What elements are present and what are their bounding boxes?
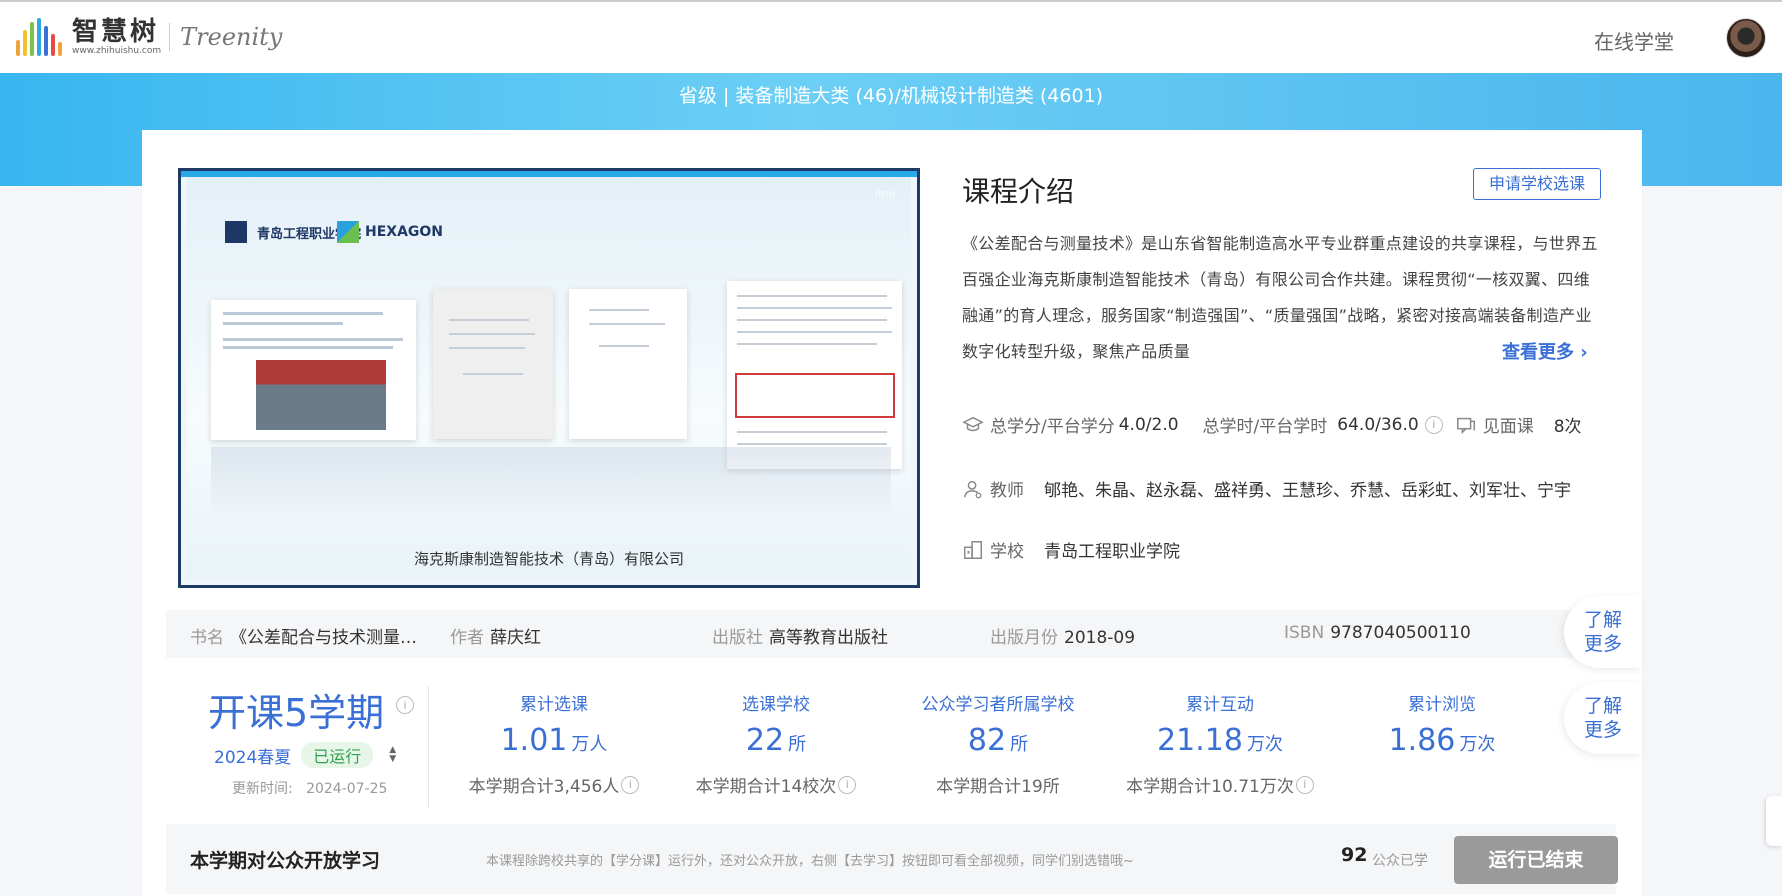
logo-bars-icon (16, 18, 62, 56)
book-publish-date: 出版月份 2018-09 (990, 628, 1136, 648)
course-credits-row: 总学分/平台学分 4.0/2.0 总学时/平台学时 64.0/36.0 i 见面… (962, 412, 1582, 437)
top-navbar: 智慧树 www.zhihuishu.com Treenity 在线学堂 (0, 0, 1782, 73)
logo-url: www.zhihuishu.com (72, 46, 162, 56)
video-frame: 青岛工程职业学院 HEXAGON ilmi 海克斯康制造智能技术（青岛）有限公司 (187, 177, 911, 579)
side-float-tab[interactable] (1766, 796, 1782, 846)
run-ended-button[interactable]: 运行已结束 (1454, 836, 1618, 884)
video-reflection (211, 447, 891, 517)
stat-public-learner-schools: 公众学习者所属学校 82 所 本学期合计19所 (921, 695, 1075, 797)
stat-interactions: 累计互动 21.18 万次 本学期合计10.71万次 i (1110, 690, 1330, 797)
group-photo-image (256, 360, 386, 430)
hours-label: 总学时/平台学时 (1202, 417, 1328, 437)
update-time: 更新时间: 2024-07-25 (232, 781, 388, 797)
highlight-box (735, 373, 895, 418)
logo-name: 智慧树 (72, 17, 160, 47)
credits-label: 总学分/平台学分 (990, 417, 1115, 437)
term-info-icon[interactable]: i (396, 696, 414, 714)
teacher-names: 郇艳、朱晶、赵永磊、盛祥勇、王慧珍、乔慧、岳彩虹、刘军壮、宁宇 (1044, 481, 1571, 501)
current-term: 2024春夏 (214, 747, 292, 768)
site-logo[interactable]: 智慧树 www.zhihuishu.com Treenity (16, 18, 282, 56)
course-video-player[interactable]: 青岛工程职业学院 HEXAGON ilmi 海克斯康制造智能技术（青岛）有限公司 (178, 168, 920, 588)
info-icon[interactable]: i (1424, 415, 1443, 434)
info-icon[interactable]: i (1295, 775, 1314, 794)
meet-value: 8次 (1553, 417, 1582, 437)
book-publisher: 出版社 高等教育出版社 (712, 628, 888, 648)
logo-divider (169, 23, 171, 51)
term-count: 开课5学期 (208, 691, 385, 735)
school-label: 学校 (990, 542, 1024, 562)
info-icon[interactable]: i (838, 775, 857, 794)
teacher-label: 教师 (990, 481, 1024, 501)
graduation-cap-icon (962, 416, 984, 431)
public-learning-bar: 本学期对公众开放学习 本课程除跨校共享的【学分课】运行外，还对公众开放，右侧【去… (166, 824, 1618, 894)
video-caption: 海克斯康制造智能技术（青岛）有限公司 (413, 550, 684, 568)
term-status-badge: 已运行 (301, 742, 374, 768)
stat-total-enrollment: 累计选课 1.01 万人 本学期合计3,456人 i (444, 690, 664, 797)
logo-english: Treenity (180, 23, 283, 51)
meet-class-icon (1456, 417, 1475, 434)
apply-school-course-button[interactable]: 申请学校选课 (1473, 168, 1601, 200)
intro-fade (1428, 330, 1488, 366)
intro-title: 课程介绍 (962, 175, 1075, 208)
meet-label: 见面课 (1482, 417, 1534, 437)
school-name[interactable]: 青岛工程职业学院 (1044, 537, 1180, 562)
public-learner-count: 92 (1341, 844, 1368, 866)
stat-views: 累计浏览 1.86 万次 (1388, 695, 1496, 758)
chevron-right-icon: › (1574, 342, 1588, 363)
textbook-info-row: 书名 《公差配合与技术测量… 作者 薛庆红 出版社 高等教育出版社 出版月份 2018-… (166, 610, 1626, 658)
book-author: 作者 薛庆红 (450, 628, 541, 648)
sort-toggle-icon[interactable]: ▲ ▼ (389, 746, 396, 764)
nav-online-school[interactable]: 在线学堂 (1594, 26, 1674, 55)
stat-schools: 选课学校 22 所 本学期合计14校次 i (666, 690, 886, 797)
course-card: 青岛工程职业学院 HEXAGON ilmi 海克斯康制造智能技术（青岛）有限公司… (142, 130, 1642, 896)
book-learn-more-button[interactable]: 了解 更多 (1564, 596, 1642, 668)
public-learning-desc: 本课程除跨校共享的【学分课】运行外，还对公众开放，右侧【去学习】按钮即可看全部视… (486, 854, 1134, 869)
public-learning-title: 本学期对公众开放学习 (190, 850, 381, 872)
video-document-news (211, 300, 416, 440)
book-name: 书名 《公差配合与技术测量… (190, 628, 417, 648)
video-document-cover (433, 289, 553, 439)
video-watermark: ilmi (875, 187, 895, 200)
school-emblem-icon (225, 221, 247, 243)
course-category: 省级 | 装备制造大类 (46)/机械设计制造类 (4601) (678, 85, 1104, 107)
term-selector[interactable]: 2024春夏 已运行 ▲ ▼ (214, 742, 396, 768)
teacher-icon (964, 480, 982, 498)
book-isbn: ISBN 9787040500110 (1284, 623, 1471, 643)
hours-value: 64.0/36.0 (1337, 414, 1419, 435)
video-document-agreement (569, 289, 687, 439)
video-document-clauses (727, 281, 902, 469)
view-more-link[interactable]: 查看更多 › (1502, 338, 1588, 364)
stats-learn-more-button[interactable]: 了解 更多 (1564, 682, 1642, 754)
school-row: 学校 青岛工程职业学院 (962, 537, 1180, 562)
info-icon[interactable]: i (621, 775, 640, 794)
hexagon-logo-icon (337, 221, 359, 243)
school-building-icon (964, 540, 982, 559)
video-partner-logo: HEXAGON (337, 221, 443, 243)
user-avatar[interactable] (1726, 18, 1766, 58)
stats-divider (428, 686, 429, 808)
credits-value: 4.0/2.0 (1118, 414, 1179, 435)
teachers-row: 教师 郇艳、朱晶、赵永磊、盛祥勇、王慧珍、乔慧、岳彩虹、刘军壮、宁宇 (962, 476, 1571, 501)
public-learner-label: 公众已学 (1372, 853, 1428, 869)
